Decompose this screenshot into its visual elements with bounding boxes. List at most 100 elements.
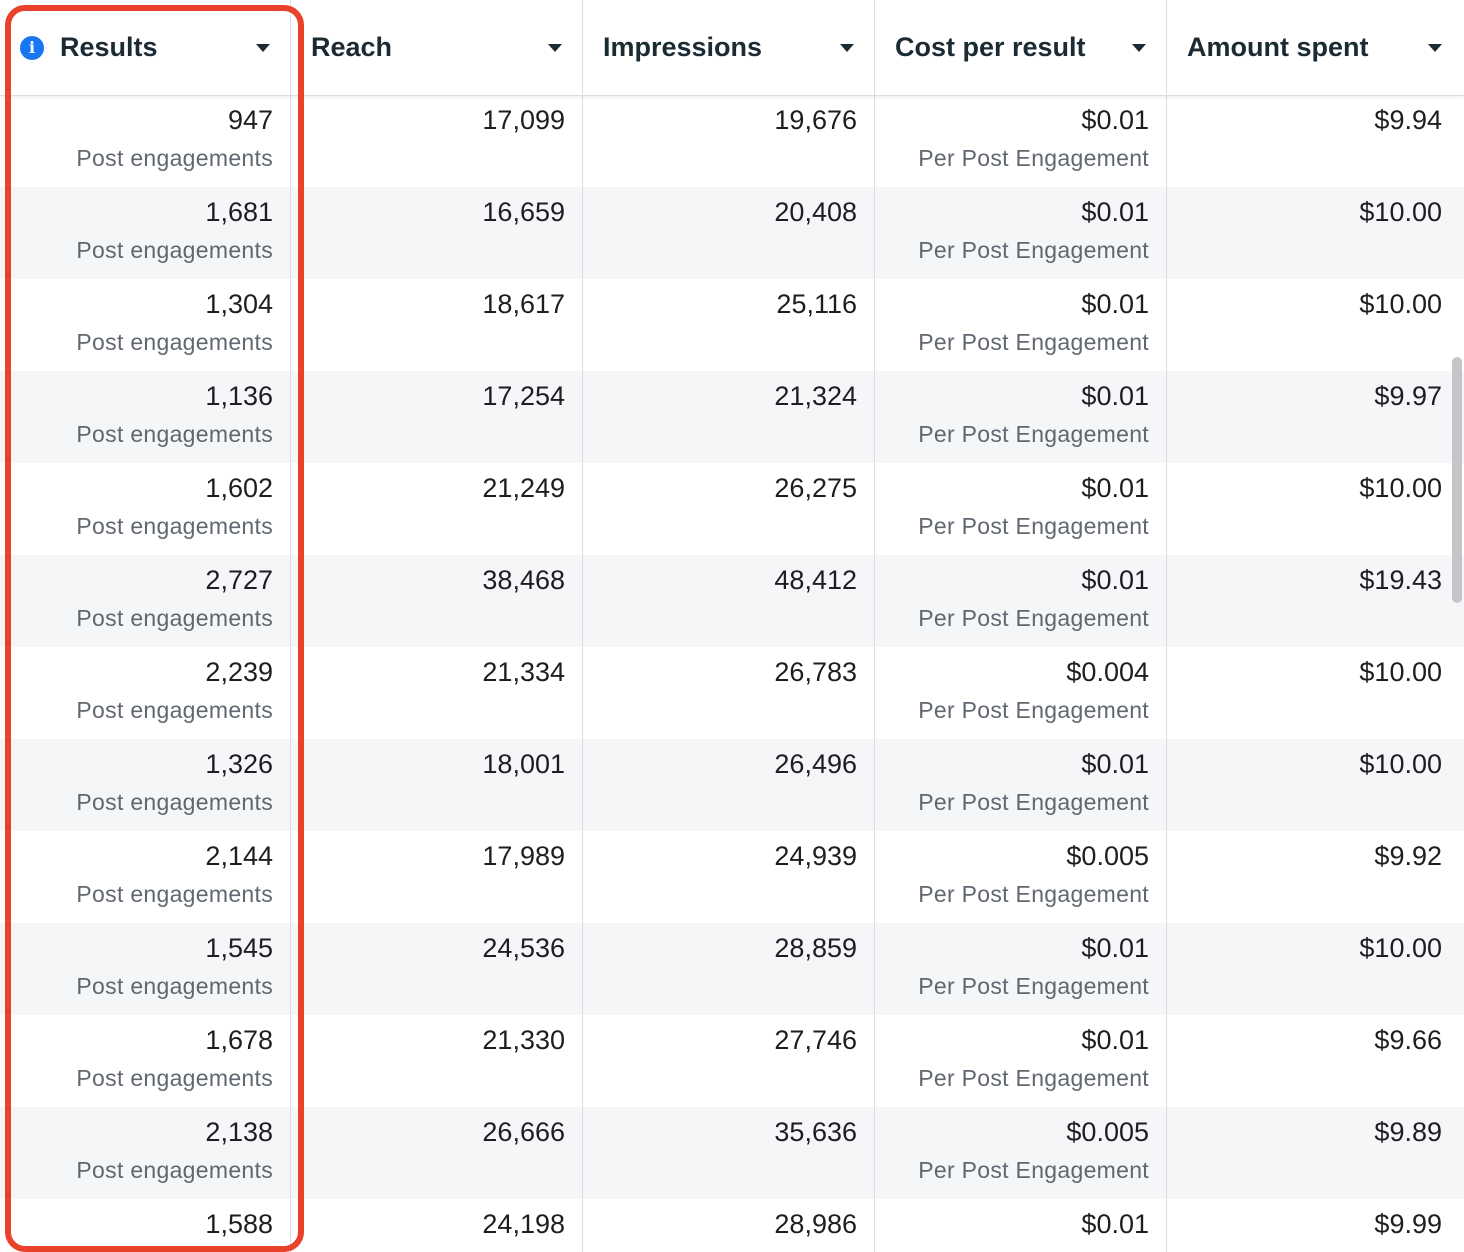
cell-value: 1,545 — [205, 933, 273, 963]
impressions-cell: 28,859 — [583, 923, 875, 1015]
impressions-cell: 26,496 — [583, 739, 875, 831]
sort-caret-icon[interactable] — [840, 43, 854, 52]
cost-per-result-cell: $0.01 Per Post Engagement — [875, 371, 1167, 463]
cell-value: 1,678 — [205, 1025, 273, 1055]
column-header-impressions[interactable]: Impressions — [583, 0, 875, 95]
reach-cell: 17,254 — [291, 371, 583, 463]
cell-value: $19.43 — [1359, 565, 1442, 595]
results-cell: 2,138 Post engagements — [0, 1107, 291, 1199]
cell-subtext: Per Post Engagement — [918, 1157, 1149, 1183]
table-row[interactable]: 1,678 Post engagements 21,330 27,746 $0.01 Pe… — [0, 1015, 1464, 1107]
cost-per-result-cell: $0.004 Per Post Engagement — [875, 647, 1167, 739]
amount-spent-cell: $9.89 — [1167, 1107, 1464, 1199]
cell-value: 38,468 — [482, 565, 565, 595]
cell-subtext: Per Post Engagement — [918, 605, 1149, 631]
cell-value: $0.01 — [1081, 1025, 1149, 1055]
column-header-label: Results — [60, 32, 158, 62]
table-row[interactable]: 2,727 Post engagements 38,468 48,412 $0.01 Pe… — [0, 555, 1464, 647]
table-row[interactable]: 2,144 Post engagements 17,989 24,939 $0.005 P… — [0, 831, 1464, 923]
cell-subtext: Per Post Engagement — [918, 145, 1149, 171]
cell-value: $10.00 — [1359, 657, 1442, 687]
cell-value: 17,099 — [482, 105, 565, 135]
results-cell: 1,304 Post engagements — [0, 279, 291, 371]
column-header-cost-per-result[interactable]: Cost per result — [875, 0, 1167, 95]
impressions-cell: 26,275 — [583, 463, 875, 555]
sort-caret-icon[interactable] — [548, 43, 562, 52]
cell-subtext: Post engagements — [76, 789, 273, 815]
table-row[interactable]: 1,681 Post engagements 16,659 20,408 $0.01 Pe… — [0, 187, 1464, 279]
reach-cell: 18,001 — [291, 739, 583, 831]
cell-value: 2,138 — [205, 1117, 273, 1147]
cell-value: 2,144 — [205, 841, 273, 871]
cell-value: 1,304 — [205, 289, 273, 319]
cell-subtext: Post engagements — [76, 1065, 273, 1091]
cell-value: 26,783 — [774, 657, 857, 687]
cell-subtext: Per Post Engagement — [918, 513, 1149, 539]
cell-value: 27,746 — [774, 1025, 857, 1055]
table-row[interactable]: 1,326 Post engagements 18,001 26,496 $0.01 Pe… — [0, 739, 1464, 831]
vertical-scrollbar[interactable] — [1452, 357, 1462, 603]
amount-spent-cell: $9.66 — [1167, 1015, 1464, 1107]
reach-cell: 17,989 — [291, 831, 583, 923]
cell-subtext: Post engagements — [76, 697, 273, 723]
impressions-cell: 28,986 — [583, 1199, 875, 1252]
column-header-label: Cost per result — [895, 32, 1086, 62]
cell-value: 21,249 — [482, 473, 565, 503]
cell-value: 21,330 — [482, 1025, 565, 1055]
sort-caret-icon[interactable] — [1132, 43, 1146, 52]
amount-spent-cell: $9.94 — [1167, 95, 1464, 187]
cell-value: 26,666 — [482, 1117, 565, 1147]
cell-value: $0.005 — [1066, 1117, 1149, 1147]
amount-spent-cell: $9.92 — [1167, 831, 1464, 923]
cell-subtext: Post engagements — [76, 605, 273, 631]
table-row[interactable]: 1,304 Post engagements 18,617 25,116 $0.01 Pe… — [0, 279, 1464, 371]
table-row[interactable]: 2,138 Post engagements 26,666 35,636 $0.005 P… — [0, 1107, 1464, 1199]
cell-value: $0.01 — [1081, 565, 1149, 595]
cell-value: 1,588 — [205, 1209, 273, 1239]
column-header-reach[interactable]: Reach — [291, 0, 583, 95]
sort-caret-icon[interactable] — [1428, 43, 1442, 52]
cell-value: 1,602 — [205, 473, 273, 503]
table-row[interactable]: 1,588 24,198 28,986 $0.01 $9.99 — [0, 1199, 1464, 1252]
table-row[interactable]: 1,136 Post engagements 17,254 21,324 $0.01 Pe… — [0, 371, 1464, 463]
cost-per-result-cell: $0.01 Per Post Engagement — [875, 463, 1167, 555]
sort-caret-icon[interactable] — [256, 43, 270, 52]
column-header-amount-spent[interactable]: Amount spent — [1167, 0, 1464, 95]
cell-subtext: Post engagements — [76, 145, 273, 171]
reach-cell: 18,617 — [291, 279, 583, 371]
cell-value: $9.92 — [1374, 841, 1442, 871]
cell-value: $10.00 — [1359, 289, 1442, 319]
info-icon[interactable]: i — [20, 35, 44, 60]
cell-value: 947 — [227, 105, 273, 135]
reach-cell: 24,536 — [291, 923, 583, 1015]
cell-value: $0.01 — [1081, 749, 1149, 779]
results-cell: 947 Post engagements — [0, 95, 291, 187]
cell-value: $0.01 — [1081, 381, 1149, 411]
cell-value: $9.97 — [1374, 381, 1442, 411]
cell-subtext: Post engagements — [76, 421, 273, 447]
cell-value: 19,676 — [774, 105, 857, 135]
cell-value: $0.01 — [1081, 105, 1149, 135]
cell-value: 1,681 — [205, 197, 273, 227]
amount-spent-cell: $10.00 — [1167, 187, 1464, 279]
cell-subtext: Per Post Engagement — [918, 697, 1149, 723]
cell-value: 16,659 — [482, 197, 565, 227]
amount-spent-cell: $10.00 — [1167, 463, 1464, 555]
table-row[interactable]: 1,545 Post engagements 24,536 28,859 $0.01 Pe… — [0, 923, 1464, 1015]
cell-subtext: Per Post Engagement — [918, 881, 1149, 907]
column-header-results[interactable]: i Results — [0, 0, 291, 95]
reach-cell: 21,330 — [291, 1015, 583, 1107]
cell-subtext: Post engagements — [76, 973, 273, 999]
cell-subtext: Per Post Engagement — [918, 973, 1149, 999]
column-header-label: Reach — [311, 32, 393, 62]
cell-value: 2,239 — [205, 657, 273, 687]
cell-value: 24,198 — [482, 1209, 565, 1239]
table-row[interactable]: 947 Post engagements 17,099 19,676 $0.01 Per … — [0, 95, 1464, 187]
table-row[interactable]: 2,239 Post engagements 21,334 26,783 $0.004 P… — [0, 647, 1464, 739]
cell-value: $9.89 — [1374, 1117, 1442, 1147]
cell-value: 26,496 — [774, 749, 857, 779]
cell-value: 24,939 — [774, 841, 857, 871]
table-row[interactable]: 1,602 Post engagements 21,249 26,275 $0.01 Pe… — [0, 463, 1464, 555]
cell-subtext: Post engagements — [76, 513, 273, 539]
cost-per-result-cell: $0.01 Per Post Engagement — [875, 187, 1167, 279]
